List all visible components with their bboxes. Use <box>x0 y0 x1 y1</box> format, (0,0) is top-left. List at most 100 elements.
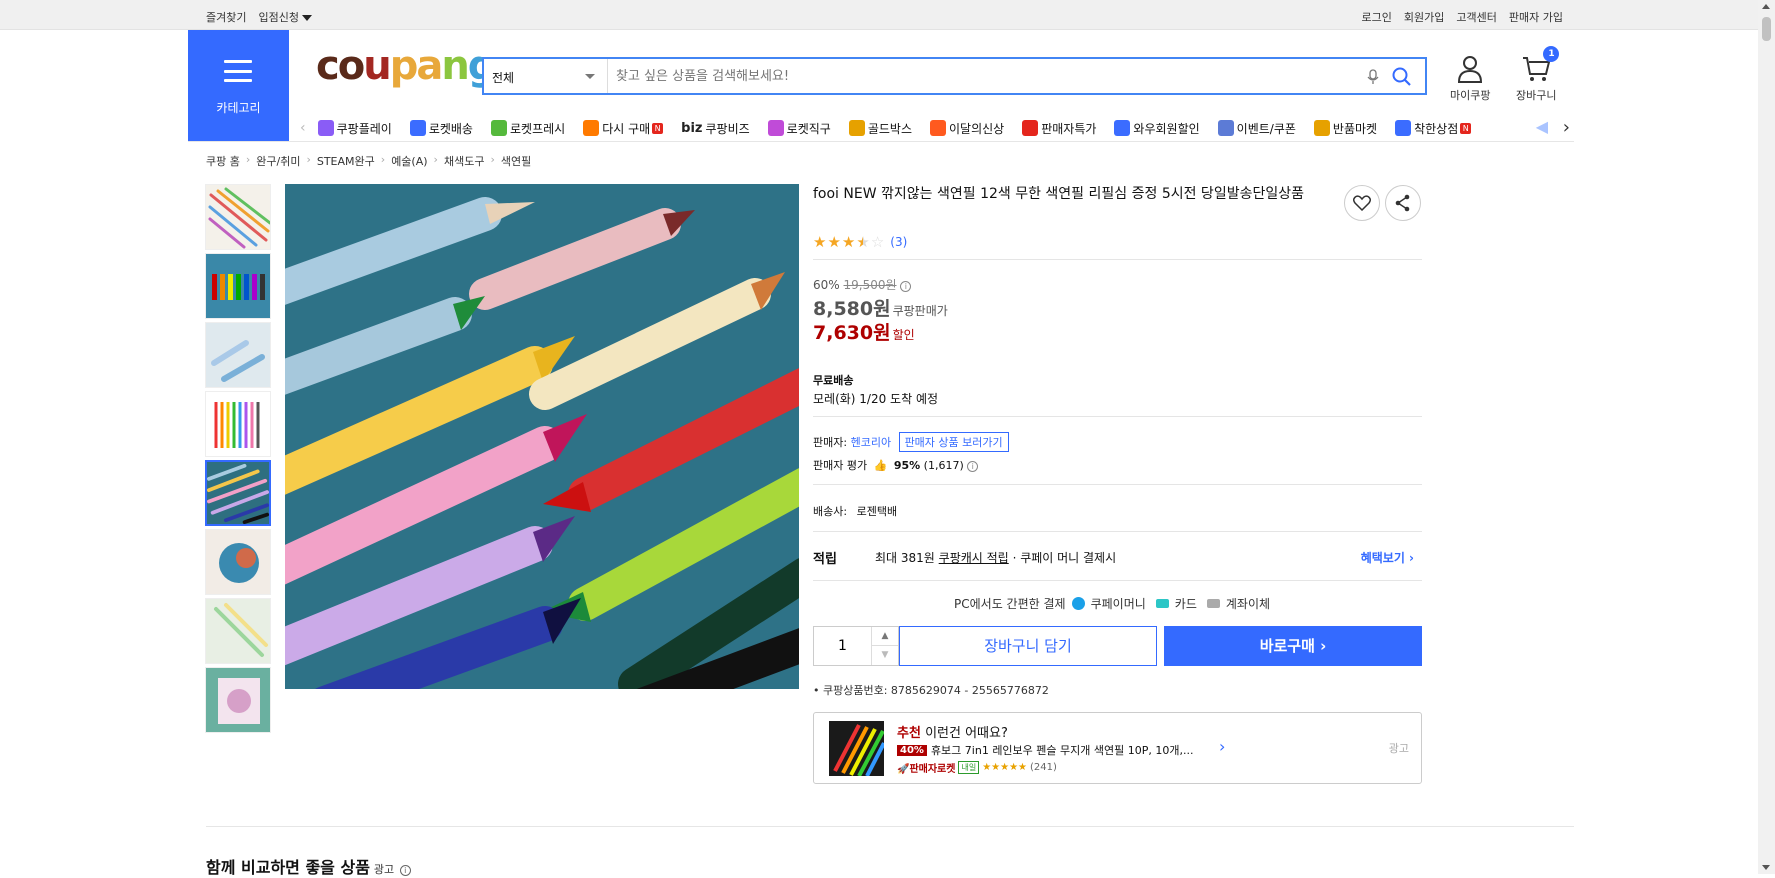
breadcrumb-link[interactable]: 쿠팡 홈 <box>206 153 240 169</box>
nav-item[interactable]: 로켓프레시 <box>490 120 565 137</box>
customer-center-link[interactable]: 고객센터 <box>1456 9 1496 25</box>
quantity-up-icon[interactable]: ▲ <box>871 627 898 646</box>
info-icon[interactable]: i <box>967 461 979 472</box>
breadcrumb-link[interactable]: 색연필 <box>501 153 531 169</box>
store-apply-link[interactable]: 입점신청 <box>258 9 312 25</box>
nav-item[interactable]: 로켓직구 <box>767 120 831 137</box>
chevron-right-icon[interactable]: › <box>1219 737 1225 756</box>
review-count[interactable]: (3) <box>890 235 907 249</box>
seller-signup-link[interactable]: 판매자 가입 <box>1509 9 1563 25</box>
nav-next-icon[interactable]: › <box>1563 117 1570 138</box>
breadcrumb-separator-icon: › <box>380 153 386 166</box>
thumbnail[interactable] <box>205 529 271 595</box>
rocket-fresh-icon <box>490 120 507 136</box>
coupang-cash-link[interactable]: 쿠팡캐시 적립 <box>939 551 1009 565</box>
nav-prev-arrow-icon[interactable]: ◀ <box>1536 117 1548 136</box>
favorites-link[interactable]: 즐겨찾기 <box>206 9 246 25</box>
thumbnail[interactable] <box>205 391 271 457</box>
reward-info: 적립 최대 381원 쿠팡캐시 적립 · 쿠페이 머니 결제시 혜택보기 › <box>813 549 1414 567</box>
info-icon[interactable]: i <box>399 865 411 876</box>
my-coupang-button[interactable]: 마이쿠팡 <box>1450 54 1490 103</box>
breadcrumb-link[interactable]: 채색도구 <box>444 153 484 169</box>
quantity-input[interactable] <box>814 627 871 665</box>
coupang-price: 8,580원 쿠팡판매가 <box>813 298 948 320</box>
breadcrumb-link[interactable]: 완구/취미 <box>256 153 300 169</box>
pc-payment-info: PC에서도 간편한 결제 쿠페이머니 카드 계좌이체 <box>954 597 1271 611</box>
microphone-icon[interactable] <box>1367 69 1379 85</box>
seller-products-button[interactable]: 판매자 상품 보러가기 <box>898 432 1009 452</box>
nav-item[interactable]: biz 쿠팡비즈 <box>681 120 750 137</box>
breadcrumb-link[interactable]: 예술(A) <box>391 153 427 169</box>
share-icon <box>1395 194 1410 212</box>
nav-item[interactable]: 판매자특가 <box>1022 120 1096 137</box>
seller-info: 판매자: 헨코리아 판매자 상품 보러가기 <box>813 432 1009 452</box>
recommend-image <box>829 721 884 776</box>
recommend-title[interactable]: 40% 휴보그 7in1 레인보우 펜슬 무지개 색연필 10P, 10개,... <box>897 742 1193 758</box>
category-button[interactable]: 카테고리 <box>188 30 289 142</box>
nav-item[interactable]: 쿠팡플레이 <box>317 120 392 137</box>
star-icon: ★ <box>813 233 827 251</box>
wishlist-button[interactable] <box>1344 185 1380 221</box>
original-price: 19,500원 <box>843 278 897 292</box>
basket-icon <box>583 120 600 136</box>
delivery-info: 무료배송 모레(화) 1/20 도착 예정 <box>813 372 938 408</box>
service-nav: ‹ 쿠팡플레이 로켓배송 로켓프레시 다시 구매 N biz 쿠팡비즈 로켓직구 골드박스 이달의… <box>300 117 1570 139</box>
signup-link[interactable]: 회원가입 <box>1404 9 1444 25</box>
quantity-stepper: ▲ ▼ <box>813 626 899 666</box>
coupon-icon <box>1217 120 1234 136</box>
nav-item[interactable]: 이달의신상 <box>930 120 1004 137</box>
buy-now-button[interactable]: 바로구매 › <box>1164 626 1422 666</box>
nav-item[interactable]: 와우회원할인 <box>1114 120 1200 137</box>
thumbnail[interactable] <box>205 253 271 319</box>
nav-item[interactable]: 다시 구매 N <box>583 120 664 137</box>
thumbnail[interactable] <box>205 598 271 664</box>
cart-count-badge: 1 <box>1543 46 1560 62</box>
sale-price: 7,630원 할인 <box>813 322 915 344</box>
thumbnail[interactable] <box>205 322 271 388</box>
quantity-down-icon[interactable]: ▼ <box>871 646 898 665</box>
benefits-link[interactable]: 혜택보기 › <box>1361 549 1414 566</box>
nav-item[interactable]: 골드박스 <box>848 120 912 137</box>
divider <box>813 416 1422 417</box>
thumbnail[interactable] <box>205 667 271 733</box>
nav-item[interactable]: 반품마켓 <box>1313 120 1377 137</box>
cart-button[interactable]: 장바구니 1 <box>1516 46 1560 103</box>
scroll-up-icon[interactable] <box>1762 4 1770 9</box>
nav-prev-icon[interactable]: ‹ <box>300 120 306 136</box>
login-link[interactable]: 로그인 <box>1362 9 1392 25</box>
recommend-box[interactable]: 추천 이런건 어때요? 40% 휴보그 7in1 레인보우 펜슬 무지개 색연필 … <box>813 712 1422 784</box>
breadcrumb-separator-icon: › <box>490 153 495 166</box>
product-rating[interactable]: ★ ★ ★ ★ ☆ (3) <box>813 233 907 251</box>
product-title: fooi NEW 깎지않는 색연필 12색 무한 색연필 리필심 증정 5시전 … <box>813 186 1304 202</box>
divider <box>813 580 1422 581</box>
nav-item[interactable]: 로켓배송 <box>409 120 473 137</box>
search-input[interactable] <box>616 63 1316 89</box>
search-icon[interactable] <box>1391 66 1413 88</box>
nav-item[interactable]: 이벤트/쿠폰 <box>1217 120 1296 137</box>
seller-name-link[interactable]: 헨코리아 <box>851 436 891 449</box>
scroll-down-icon[interactable] <box>1762 865 1770 870</box>
store-icon <box>1395 120 1412 136</box>
breadcrumb-link[interactable]: STEAM완구 <box>317 153 375 169</box>
scrollbar[interactable] <box>1758 0 1775 874</box>
nav-item-label: 이달의신상 <box>949 121 1005 136</box>
cart-label: 장바구니 <box>1516 89 1557 102</box>
search-scope-select[interactable]: 전체 <box>484 59 608 93</box>
add-to-cart-button[interactable]: 장바구니 담기 <box>899 626 1157 666</box>
thumbnail[interactable] <box>205 184 271 250</box>
global-icon <box>767 120 784 136</box>
divider <box>813 484 1422 485</box>
info-icon[interactable]: i <box>900 281 912 292</box>
nav-item-label: 판매자특가 <box>1041 121 1097 136</box>
user-icon <box>1458 56 1483 83</box>
nav-item[interactable]: 착한상점 N <box>1395 120 1472 137</box>
scroll-thumb[interactable] <box>1762 17 1771 41</box>
share-button[interactable] <box>1385 185 1421 221</box>
thumbnail-selected[interactable] <box>205 460 271 526</box>
discount-rate: 60% <box>813 278 840 292</box>
heart-icon <box>1353 195 1371 211</box>
coupay-money-icon <box>1071 597 1085 610</box>
search-bar: 전체 <box>482 57 1427 95</box>
star-rating: ★ ★ ★ ★ ☆ <box>813 233 884 251</box>
coupang-logo[interactable]: coupang <box>316 46 496 86</box>
